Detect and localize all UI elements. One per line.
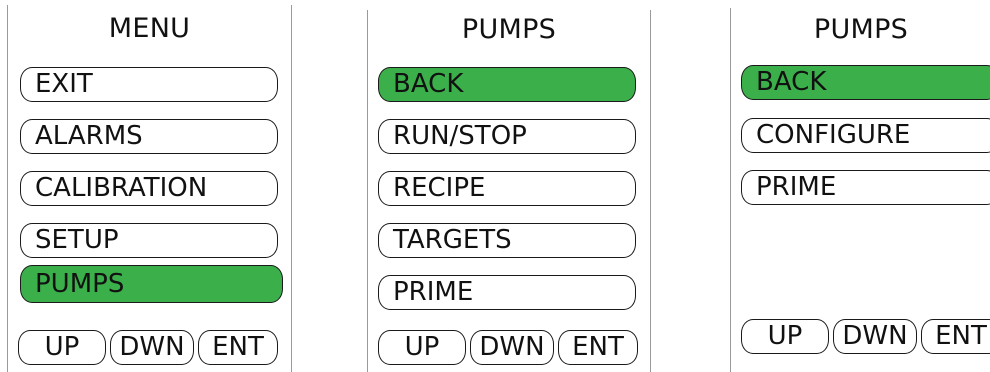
menu-item-back[interactable]: BACK — [741, 65, 990, 100]
screen-title: PUMPS — [813, 14, 909, 45]
menu-item-recipe[interactable]: RECIPE — [378, 171, 636, 206]
menu-item-prime[interactable]: PRIME — [378, 275, 636, 310]
softkey-up[interactable]: UP — [18, 330, 106, 365]
menu-item-prime[interactable]: PRIME — [741, 170, 990, 205]
menu-item-run-stop[interactable]: RUN/STOP — [378, 119, 636, 154]
menu-screen: MENU EXIT ALARMS CALIBRATION SETUP PUMPS… — [7, 5, 292, 372]
screen-title: MENU — [108, 13, 191, 44]
softkey-down[interactable]: DWN — [470, 330, 554, 365]
menu-item-back[interactable]: BACK — [378, 67, 636, 102]
menu-item-setup[interactable]: SETUP — [20, 223, 278, 258]
menu-item-alarms[interactable]: ALARMS — [20, 119, 278, 154]
menu-item-targets[interactable]: TARGETS — [378, 223, 636, 258]
screen-title: PUMPS — [461, 14, 557, 45]
menu-item-exit[interactable]: EXIT — [20, 67, 278, 102]
softkey-up[interactable]: UP — [741, 319, 829, 354]
softkey-up[interactable]: UP — [378, 330, 466, 365]
pumps-screen-submenu: PUMPS BACK CONFIGURE PRIME UP DWN ENT — [730, 8, 990, 372]
pumps-screen: PUMPS BACK RUN/STOP RECIPE TARGETS PRIME… — [367, 10, 651, 372]
softkey-enter[interactable]: ENT — [921, 319, 990, 354]
menu-item-pumps[interactable]: PUMPS — [20, 265, 283, 303]
menu-item-configure[interactable]: CONFIGURE — [741, 118, 990, 153]
menu-item-calibration[interactable]: CALIBRATION — [20, 171, 278, 206]
softkey-down[interactable]: DWN — [833, 319, 917, 354]
softkey-enter[interactable]: ENT — [558, 330, 638, 365]
softkey-down[interactable]: DWN — [110, 330, 194, 365]
softkey-enter[interactable]: ENT — [198, 330, 278, 365]
